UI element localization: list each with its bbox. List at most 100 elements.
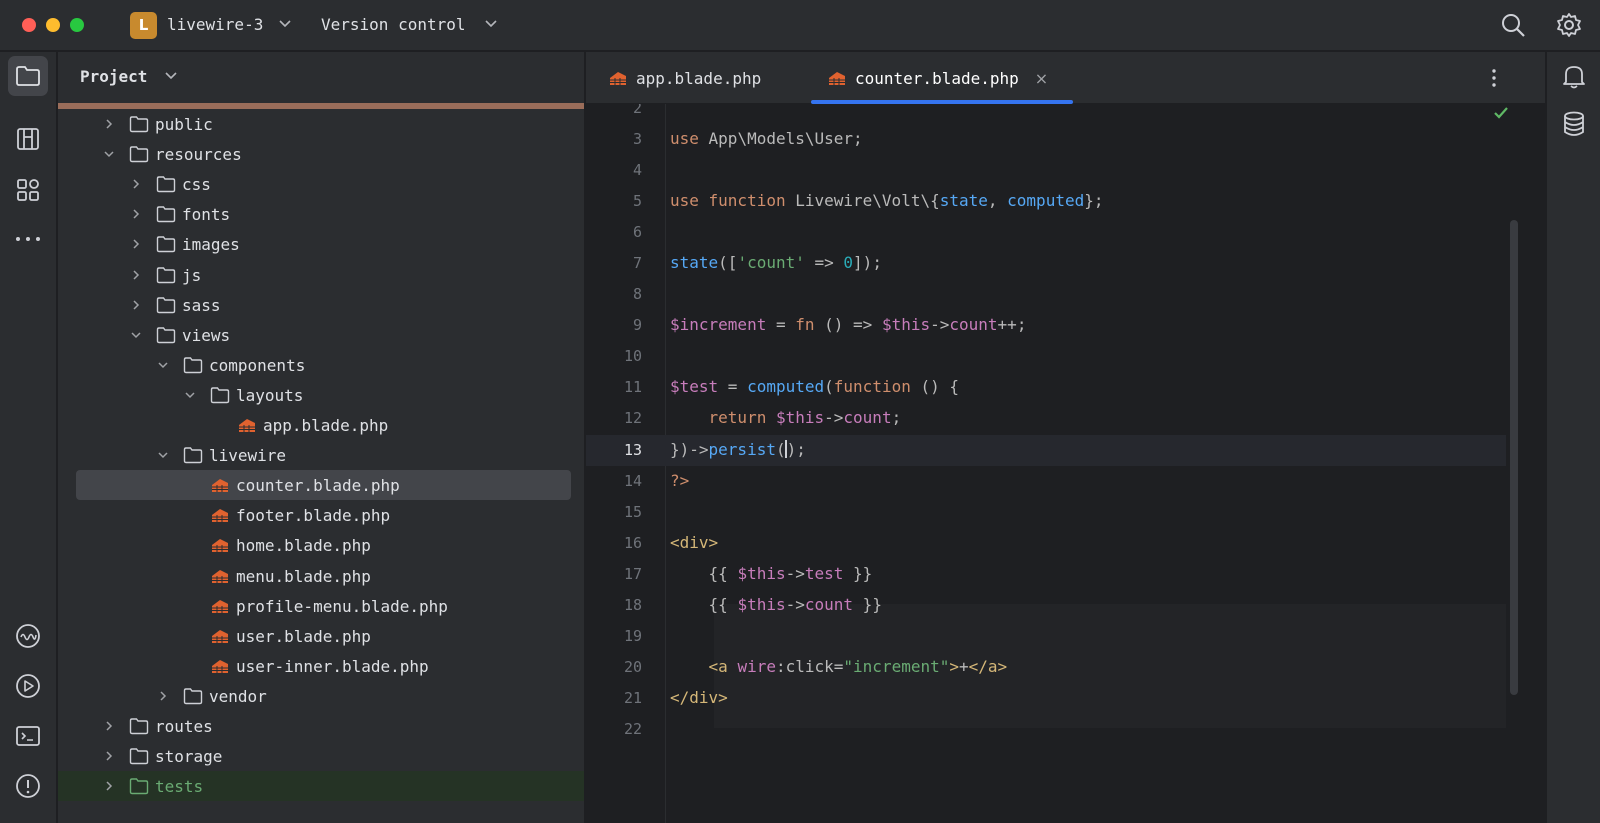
tree-file[interactable]: profile-menu.blade.php <box>58 591 584 621</box>
chevron-down-icon[interactable] <box>103 148 115 160</box>
chevron-right-icon[interactable] <box>130 269 142 281</box>
tree-file[interactable]: menu.blade.php <box>58 561 584 591</box>
chevron-down-icon[interactable] <box>130 329 142 341</box>
code-token: ( <box>824 377 834 396</box>
code-token: use <box>670 129 699 148</box>
code-token: count <box>843 408 892 427</box>
tree-folder[interactable]: images <box>58 229 584 259</box>
tab-app-blade[interactable]: app.blade.php <box>608 52 761 104</box>
plugins-tool-button[interactable] <box>8 170 48 210</box>
project-name[interactable]: livewire-3 <box>167 15 263 34</box>
structure-tool-button[interactable] <box>8 119 48 159</box>
tree-folder[interactable]: views <box>58 320 584 350</box>
close-window-button[interactable] <box>22 18 36 32</box>
code-line: 11 $test = computed(function () { <box>586 372 1506 403</box>
tree-folder[interactable]: tests <box>58 771 584 801</box>
chevron-down-icon[interactable] <box>164 71 178 81</box>
code-token: 'count' <box>737 253 805 272</box>
chevron-right-icon[interactable] <box>157 690 169 702</box>
tree-folder[interactable]: js <box>58 260 584 290</box>
tree-file[interactable]: home.blade.php <box>58 530 584 560</box>
folder-icon <box>183 357 203 374</box>
tree-file[interactable]: footer.blade.php <box>58 500 584 530</box>
close-tab-icon[interactable]: × <box>1035 69 1048 88</box>
code-token: <div> <box>670 533 719 552</box>
tree-folder[interactable]: public <box>58 109 584 139</box>
chevron-right-icon[interactable] <box>103 750 115 762</box>
services-icon <box>16 624 40 648</box>
minimize-window-button[interactable] <box>46 18 60 32</box>
tree-folder[interactable]: storage <box>58 741 584 771</box>
chevron-right-icon[interactable] <box>130 208 142 220</box>
version-control-menu[interactable]: Version control <box>321 15 466 34</box>
terminal-tool-button[interactable] <box>8 716 48 756</box>
line-number: 19 <box>623 627 642 645</box>
code-line: 6 <box>586 217 1506 248</box>
more-tools-button[interactable] <box>8 219 48 259</box>
code-line: 8 <box>586 279 1506 310</box>
chevron-right-icon[interactable] <box>103 720 115 732</box>
tree-item-label: app.blade.php <box>263 415 389 435</box>
more-vertical-icon[interactable] <box>1482 66 1506 90</box>
code-token: () { <box>910 377 960 396</box>
project-tool-button[interactable] <box>8 56 48 96</box>
run-tool-button[interactable] <box>8 666 48 706</box>
tree-folder[interactable]: resources <box>58 139 584 169</box>
tree-folder[interactable]: layouts <box>58 380 584 410</box>
tree-folder[interactable]: vendor <box>58 681 584 711</box>
tree-folder[interactable]: fonts <box>58 199 584 229</box>
code-token: $this <box>737 564 786 583</box>
gear-icon[interactable] <box>1556 12 1582 38</box>
code-line: 2 <box>586 104 1506 124</box>
chevron-right-icon[interactable] <box>130 238 142 250</box>
chevron-right-icon[interactable] <box>130 178 142 190</box>
code-token: , <box>987 191 1008 210</box>
chevron-down-icon[interactable] <box>157 359 169 371</box>
folder-icon <box>129 146 149 163</box>
tree-item-label: routes <box>155 716 213 736</box>
tree-folder[interactable]: livewire <box>58 440 584 470</box>
search-icon[interactable] <box>1500 12 1526 38</box>
line-number: 8 <box>632 285 642 303</box>
tree-item-label: counter.blade.php <box>236 475 400 495</box>
zoom-window-button[interactable] <box>70 18 84 32</box>
code-area[interactable]: 2 3 use App\Models\User; 4 5 use function Li… <box>586 104 1545 823</box>
project-badge[interactable]: L <box>130 12 157 39</box>
code-token: => <box>804 253 844 272</box>
tree-folder[interactable]: components <box>58 350 584 380</box>
panel-title[interactable]: Project <box>80 67 147 86</box>
folder-icon <box>16 66 40 86</box>
tree-file[interactable]: counter.blade.php <box>76 470 571 500</box>
tree-folder[interactable]: sass <box>58 290 584 320</box>
services-tool-button[interactable] <box>8 616 48 656</box>
database-tool-button[interactable] <box>1554 104 1594 144</box>
line-number: 17 <box>623 565 642 583</box>
tree-folder[interactable]: routes <box>58 711 584 741</box>
tree-file[interactable]: user-inner.blade.php <box>58 651 584 681</box>
tree-folder[interactable]: css <box>58 169 584 199</box>
code-line: 4 <box>586 155 1506 186</box>
chevron-down-icon[interactable] <box>484 19 498 29</box>
code-token: > <box>949 657 960 676</box>
chevron-right-icon[interactable] <box>103 118 115 130</box>
editor-scrollbar-thumb[interactable] <box>1510 220 1518 695</box>
chevron-down-icon[interactable] <box>184 389 196 401</box>
folder-icon <box>183 447 203 464</box>
code-token: ++; <box>997 315 1027 334</box>
tree-item-label: livewire <box>209 445 287 465</box>
code-line: 16 <div> <box>586 528 1506 559</box>
line-number: 4 <box>632 161 642 179</box>
tree-file[interactable]: app.blade.php <box>58 410 584 440</box>
tree-file[interactable]: user.blade.php <box>58 621 584 651</box>
notifications-button[interactable] <box>1554 56 1594 96</box>
chevron-right-icon[interactable] <box>130 299 142 311</box>
chevron-right-icon[interactable] <box>103 780 115 792</box>
problems-tool-button[interactable] <box>8 766 48 806</box>
tab-counter-blade[interactable]: counter.blade.php × <box>827 52 1048 104</box>
code-text: </div> <box>670 688 728 707</box>
chevron-down-icon[interactable] <box>157 449 169 461</box>
chevron-down-icon[interactable] <box>278 19 292 29</box>
code-text: {{ $this->test }} <box>670 564 873 583</box>
code-token: $test <box>670 377 719 396</box>
